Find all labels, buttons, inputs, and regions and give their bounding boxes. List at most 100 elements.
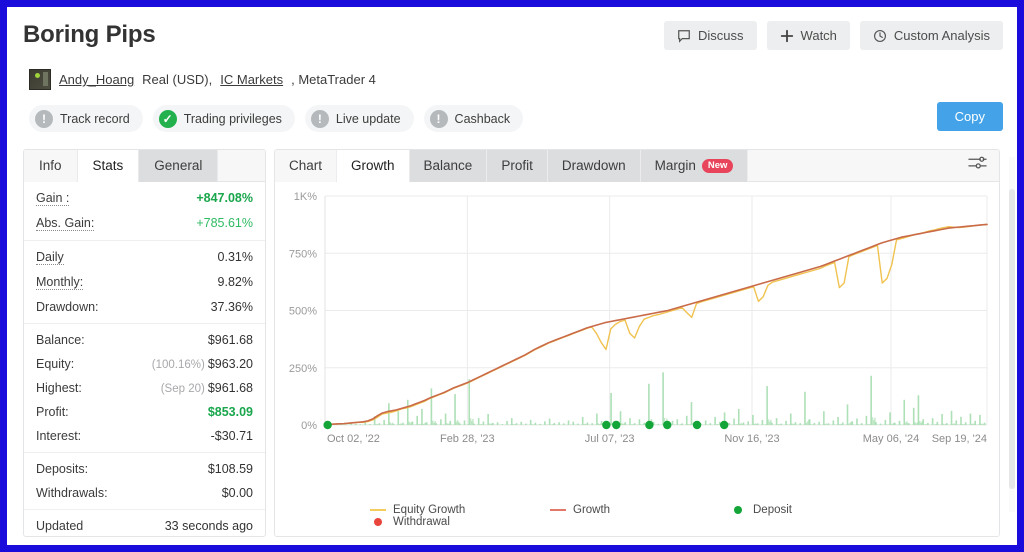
scrollbar-thumb[interactable] (1009, 189, 1015, 489)
stat-value-wrap: 9.82% (218, 275, 253, 289)
legend-deposit[interactable]: Deposit (730, 504, 890, 516)
stat-label[interactable]: Gain : (36, 191, 70, 206)
stat-row: Interest: -$30.71 (36, 424, 253, 448)
badge-label: Live update (335, 111, 401, 126)
legend-line-swatch (370, 509, 386, 511)
deposit-marker[interactable] (323, 420, 332, 430)
stat-row: Monthly: 9.82% (36, 270, 253, 295)
byline: Andy_Hoang Real (USD), IC Markets , Meta… (29, 69, 376, 90)
tab-margin[interactable]: Margin New (640, 150, 749, 182)
tab-chart[interactable]: Chart (275, 150, 338, 182)
badge-label: Cashback (454, 111, 511, 126)
custom-analysis-button[interactable]: Custom Analysis (859, 21, 1003, 50)
stat-label: Balance: (36, 333, 85, 347)
tab-info[interactable]: Info (24, 150, 78, 182)
stat-label[interactable]: Abs. Gain: (36, 216, 95, 231)
user-link[interactable]: Andy_Hoang (59, 72, 134, 87)
stats-tabs: Info Stats General (24, 150, 265, 182)
legend-label: Growth (573, 504, 611, 516)
stat-label: Interest: (36, 429, 82, 443)
watch-button[interactable]: Watch (766, 21, 850, 50)
stat-label[interactable]: Daily (36, 250, 64, 265)
stat-row: Drawdown: 37.36% (36, 295, 253, 319)
x-axis-tick-label: Oct 02, '22 (327, 433, 380, 445)
stat-label[interactable]: Monthly: (36, 275, 84, 290)
tabs-filler (218, 150, 265, 181)
stat-row: Gain : +847.08% (36, 186, 253, 211)
tab-label: Growth (351, 158, 395, 173)
deposit-marker[interactable] (692, 420, 702, 430)
tab-stats[interactable]: Stats (77, 150, 140, 182)
x-axis-tick-label: May 06, '24 (863, 433, 920, 445)
stat-value-wrap: $0.00 (222, 486, 253, 500)
chart-tabs-filler (748, 150, 999, 181)
badge-live-update[interactable]: ! Live update (304, 105, 414, 132)
series-equity-growth (324, 223, 988, 426)
legend-label: Equity Growth (393, 504, 466, 516)
account-type: Real (USD), (142, 72, 213, 87)
stat-label: Updated (36, 519, 84, 533)
stat-row: Withdrawals: $0.00 (36, 481, 253, 505)
broker-link[interactable]: IC Markets (220, 72, 283, 87)
stat-value: 33 seconds ago (164, 519, 253, 533)
growth-plot[interactable]: 0% 250% 500% 750% 1K% Oct 02, '22 Feb 28, '23 J… (275, 182, 999, 536)
legend-label: Deposit (753, 504, 792, 516)
stat-value: +847.08% (196, 191, 253, 205)
deposit-marker[interactable] (612, 420, 621, 430)
badge-cashback[interactable]: ! Cashback (423, 105, 524, 132)
stat-row: Balance: $961.68 (36, 328, 253, 352)
tab-profit[interactable]: Profit (487, 150, 548, 182)
series-growth (324, 223, 988, 426)
sliders-icon[interactable] (968, 155, 987, 176)
legend-withdrawal[interactable]: Withdrawal (370, 516, 550, 528)
plot-svg: 0% 250% 500% 750% 1K% Oct 02, '22 Feb 28, '23 J… (289, 191, 988, 445)
tab-label: Profit (501, 158, 533, 173)
badge-track-record[interactable]: ! Track record (29, 105, 143, 132)
stats-card: Info Stats General Gain : +847.08% Abs. Ga… (23, 149, 266, 537)
stat-value: +785.61% (196, 216, 253, 230)
tab-general[interactable]: General (139, 150, 219, 182)
deposit-marker[interactable] (719, 420, 729, 430)
stats-group: Updated33 seconds agoTracking30 (24, 510, 265, 536)
stat-row: Equity: (100.16%) $963.20 (36, 352, 253, 376)
chart-legend: Equity Growth Growth Deposit Withdrawal (370, 504, 930, 528)
stat-sub-value: (100.16%) (151, 359, 205, 371)
copy-button[interactable]: Copy (936, 102, 1003, 131)
stat-value-wrap: (100.16%) $963.20 (152, 357, 253, 371)
legend-dot-swatch (734, 506, 742, 514)
legend-growth[interactable]: Growth (550, 504, 730, 516)
y-axis-tick-label: 500% (289, 306, 317, 318)
stat-row: Daily 0.31% (36, 245, 253, 270)
chart-card: Chart Growth Balance Profit Drawdown Mar… (274, 149, 1000, 537)
x-axis-tick-label: Nov 16, '23 (724, 433, 779, 445)
stat-value-wrap: (Sep 20) $961.68 (161, 381, 253, 395)
stat-label: Profit: (36, 405, 69, 419)
discuss-button[interactable]: Discuss (664, 21, 757, 50)
page-title: Boring Pips (23, 21, 156, 48)
stats-group: Balance: $961.68 Equity: (100.16%) $963.20 Hi… (24, 324, 265, 453)
stat-label: Withdrawals: (36, 486, 108, 500)
x-axis-tick-label: Sep 19, '24 (932, 433, 987, 445)
chart-tabs: Chart Growth Balance Profit Drawdown Mar… (275, 150, 999, 182)
deposit-marker[interactable] (602, 420, 611, 430)
chat-icon (677, 29, 691, 43)
tab-label: Balance (423, 158, 473, 173)
deposit-marker[interactable] (663, 420, 672, 430)
watch-label: Watch (800, 28, 837, 43)
tab-label: Margin (654, 158, 696, 173)
stat-value-wrap: 0.31% (218, 250, 253, 264)
tab-balance[interactable]: Balance (409, 150, 488, 182)
legend-equity-growth[interactable]: Equity Growth (370, 504, 550, 516)
page-scrollbar[interactable] (1009, 157, 1015, 512)
stat-value-wrap: 37.36% (211, 300, 253, 314)
tab-growth[interactable]: Growth (337, 150, 410, 182)
stat-value-wrap: +785.61% (196, 216, 253, 230)
stat-label: Equity: (36, 357, 75, 371)
tab-label: Drawdown (561, 158, 626, 173)
stats-list: Gain : +847.08% Abs. Gain: +785.61% Daily 0.3… (24, 182, 265, 536)
deposit-marker[interactable] (645, 420, 654, 430)
tab-label: Chart (289, 158, 323, 173)
badge-trading-privileges[interactable]: ✓ Trading privileges (152, 105, 295, 132)
legend-label: Withdrawal (393, 516, 450, 528)
tab-drawdown[interactable]: Drawdown (547, 150, 641, 182)
